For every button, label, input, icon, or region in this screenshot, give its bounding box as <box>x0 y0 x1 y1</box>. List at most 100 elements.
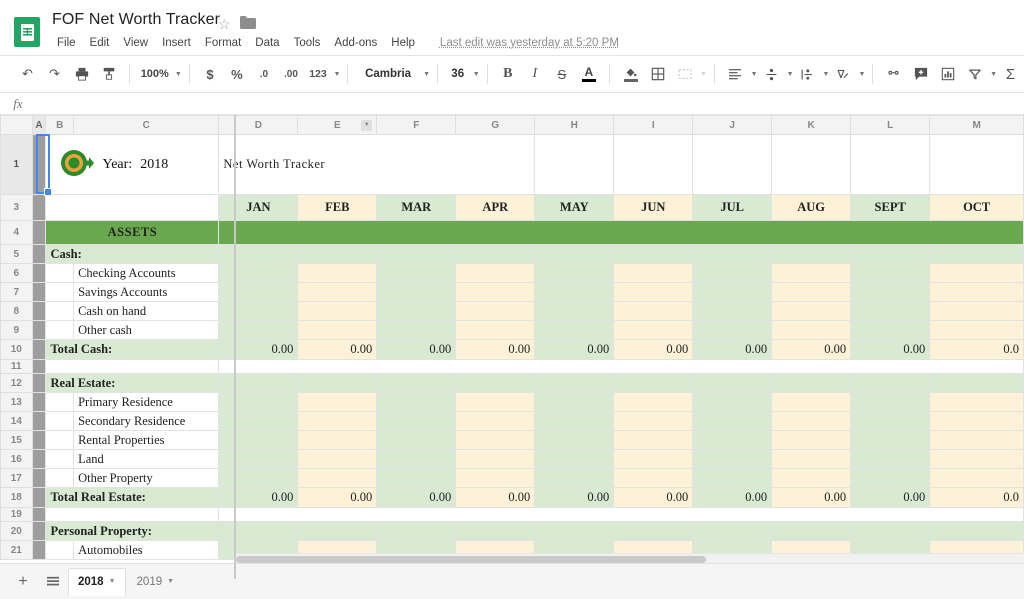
cell-m17[interactable] <box>929 468 1024 488</box>
total-cash-may[interactable]: 0.00 <box>534 339 615 360</box>
cell-b11-spacer[interactable] <box>45 359 220 374</box>
row-header-10[interactable]: 10 <box>0 339 33 360</box>
total-cash-jan[interactable]: 0.00 <box>218 339 299 360</box>
cell-b14[interactable] <box>45 411 75 431</box>
font-family-select[interactable]: Cambria <box>355 68 421 80</box>
cell-m16[interactable] <box>929 449 1024 469</box>
cell-f17[interactable] <box>376 468 457 488</box>
chevron-down-icon[interactable]: ▼ <box>361 120 373 131</box>
menu-item-addons[interactable]: Add-ons <box>327 35 384 51</box>
total-real-estate-mar[interactable]: 0.00 <box>376 487 457 508</box>
horizontal-scrollbar[interactable] <box>236 553 1024 563</box>
cell-d16[interactable] <box>218 449 299 469</box>
cell-b7[interactable] <box>45 282 75 302</box>
cell-g17[interactable] <box>455 468 536 488</box>
menu-item-insert[interactable]: Insert <box>155 35 198 51</box>
spreadsheet-grid[interactable]: A B C D E ▼ F G H I J K L M 1 Year: 2018… <box>0 115 1024 579</box>
section-label-personal-property[interactable]: Personal Property: <box>45 521 220 541</box>
cell-m13[interactable] <box>929 392 1024 412</box>
cell-j15[interactable] <box>692 430 773 450</box>
cell-m8[interactable] <box>929 301 1024 321</box>
cell-b8[interactable] <box>45 301 75 321</box>
menu-item-tools[interactable]: Tools <box>287 35 328 51</box>
filter-icon[interactable] <box>962 62 987 87</box>
row-header-13[interactable]: 13 <box>0 392 33 412</box>
cell-l17[interactable] <box>850 468 931 488</box>
section-label-real-estate[interactable]: Real Estate: <box>45 373 220 393</box>
cell-e9[interactable] <box>297 320 378 340</box>
item-label-primary-residence[interactable]: Primary Residence <box>73 392 220 412</box>
chevron-down-icon[interactable]: ▼ <box>700 71 707 78</box>
assets-banner[interactable]: ASSETS <box>45 220 220 245</box>
cell-e5[interactable] <box>297 244 378 264</box>
month-header-aug[interactable]: AUG <box>771 194 852 221</box>
cell-d7[interactable] <box>218 282 299 302</box>
row-header-3[interactable]: 3 <box>0 194 33 221</box>
row-header-14[interactable]: 14 <box>0 411 33 431</box>
cell-l20[interactable] <box>850 521 931 541</box>
item-label-other-property[interactable]: Other Property <box>73 468 220 488</box>
cell-a13[interactable] <box>31 392 47 412</box>
cell-k8[interactable] <box>771 301 852 321</box>
month-header-mar[interactable]: MAR <box>376 194 457 221</box>
cell-m15[interactable] <box>929 430 1024 450</box>
total-real-estate-apr[interactable]: 0.00 <box>455 487 536 508</box>
cell-a19[interactable] <box>31 507 47 522</box>
cell-j14[interactable] <box>692 411 773 431</box>
cell-a3[interactable] <box>31 194 47 221</box>
cell-d14[interactable] <box>218 411 299 431</box>
last-edit-status[interactable]: Last edit was yesterday at 5:20 PM <box>440 37 619 49</box>
cell-b17[interactable] <box>45 468 75 488</box>
item-label-secondary-residence[interactable]: Secondary Residence <box>73 411 220 431</box>
cell-l5[interactable] <box>850 244 931 264</box>
column-header-g[interactable]: G <box>455 115 536 135</box>
print-icon[interactable] <box>69 62 94 87</box>
cell-i1[interactable] <box>613 134 694 195</box>
row-header-19[interactable]: 19 <box>0 507 33 522</box>
cell-f15[interactable] <box>376 430 457 450</box>
cell-k17[interactable] <box>771 468 852 488</box>
cell-i17[interactable] <box>613 468 694 488</box>
row-header-17[interactable]: 17 <box>0 468 33 488</box>
cell-d13[interactable] <box>218 392 299 412</box>
font-size-select[interactable]: 36 <box>445 68 471 80</box>
cell-m9[interactable] <box>929 320 1024 340</box>
sheet-tab-2018[interactable]: 2018 ▼ <box>68 567 126 596</box>
cell-k15[interactable] <box>771 430 852 450</box>
percent-format-button[interactable]: % <box>224 62 249 87</box>
cell-l15[interactable] <box>850 430 931 450</box>
month-header-feb[interactable]: FEB <box>297 194 378 221</box>
cell-a21[interactable] <box>31 540 47 560</box>
cell-k14[interactable] <box>771 411 852 431</box>
total-cash-jul[interactable]: 0.00 <box>692 339 773 360</box>
cell-b1-year[interactable]: Year: 2018 <box>45 134 220 195</box>
row-header-21[interactable]: 21 <box>0 540 33 560</box>
cell-f8[interactable] <box>376 301 457 321</box>
chevron-down-icon[interactable]: ▼ <box>175 71 182 78</box>
cell-b21[interactable] <box>45 540 75 560</box>
cell-i5[interactable] <box>613 244 694 264</box>
cell-l7[interactable] <box>850 282 931 302</box>
folder-icon[interactable] <box>240 16 256 34</box>
cell-d17[interactable] <box>218 468 299 488</box>
cell-a15[interactable] <box>31 430 47 450</box>
text-color-button[interactable]: A <box>576 62 601 87</box>
chevron-down-icon[interactable]: ▼ <box>423 71 430 78</box>
align-icon[interactable] <box>723 62 748 87</box>
all-sheets-icon[interactable] <box>38 567 68 597</box>
column-header-c[interactable]: C <box>73 115 220 135</box>
cell-j20[interactable] <box>692 521 773 541</box>
cell-l1[interactable] <box>850 134 931 195</box>
cell-a7[interactable] <box>31 282 47 302</box>
cell-j13[interactable] <box>692 392 773 412</box>
row-header-4[interactable]: 4 <box>0 220 33 245</box>
cell-b15[interactable] <box>45 430 75 450</box>
menu-item-file[interactable]: File <box>54 35 83 51</box>
cell-d11-spacer[interactable] <box>218 359 1024 374</box>
month-header-may[interactable]: MAY <box>534 194 615 221</box>
cell-j5[interactable] <box>692 244 773 264</box>
cell-l9[interactable] <box>850 320 931 340</box>
cell-a20[interactable] <box>31 521 47 541</box>
cell-a18[interactable] <box>31 487 47 508</box>
cell-j17[interactable] <box>692 468 773 488</box>
